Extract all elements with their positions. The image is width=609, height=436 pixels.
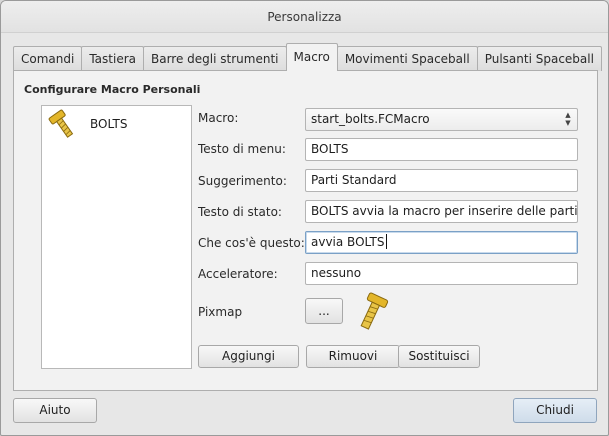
macro-label: Macro: bbox=[198, 111, 239, 125]
tab-tastiera[interactable]: Tastiera bbox=[81, 46, 144, 71]
tab-pulsanti-spaceball[interactable]: Pulsanti Spaceball bbox=[476, 46, 602, 71]
customize-dialog: Personalizza Comandi Tastiera Barre degl… bbox=[0, 0, 609, 436]
accelerator-field[interactable]: nessuno bbox=[305, 262, 578, 285]
replace-button[interactable]: Sostituisci bbox=[398, 345, 480, 368]
status-text-label: Testo di stato: bbox=[198, 205, 282, 219]
list-item-label: BOLTS bbox=[90, 117, 128, 131]
menu-text-field[interactable]: BOLTS bbox=[305, 138, 578, 161]
tooltip-field[interactable]: Parti Standard bbox=[305, 169, 578, 192]
pixmap-label: Pixmap bbox=[198, 305, 243, 319]
remove-button[interactable]: Rimuovi bbox=[306, 345, 400, 368]
menu-text-label: Testo di menu: bbox=[198, 142, 286, 156]
text-caret bbox=[385, 234, 387, 249]
tab-comandi[interactable]: Comandi bbox=[13, 46, 83, 71]
tab-macro[interactable]: Macro bbox=[285, 43, 338, 71]
whats-this-field[interactable]: avvia BOLTS bbox=[305, 231, 578, 254]
tab-movimenti-spaceball[interactable]: Movimenti Spaceball bbox=[336, 46, 478, 71]
help-button[interactable]: Aiuto bbox=[13, 398, 97, 423]
add-button[interactable]: Aggiungi bbox=[198, 345, 299, 368]
macro-panel: Configurare Macro Personali BOLTS Macro: bbox=[13, 70, 598, 391]
bolt-icon bbox=[48, 109, 74, 138]
bolt-icon bbox=[360, 292, 389, 330]
whats-this-value: avvia BOLTS bbox=[311, 235, 385, 249]
list-item[interactable]: BOLTS bbox=[48, 108, 178, 140]
macro-select[interactable]: start_bolts.FCMacro ▲ ▼ bbox=[305, 108, 578, 131]
updown-arrows-icon: ▲ ▼ bbox=[565, 111, 571, 127]
whats-this-label: Che cos'è questo: bbox=[198, 236, 305, 250]
status-text-field[interactable]: BOLTS avvia la macro per inserire delle … bbox=[305, 200, 578, 223]
window-title: Personalizza bbox=[1, 1, 608, 33]
macro-list[interactable]: BOLTS bbox=[41, 105, 192, 369]
accelerator-label: Acceleratore: bbox=[198, 267, 278, 281]
tooltip-label: Suggerimento: bbox=[198, 174, 287, 188]
tab-bar: Comandi Tastiera Barre degli strumenti M… bbox=[13, 43, 602, 71]
tab-barre-strumenti[interactable]: Barre degli strumenti bbox=[143, 46, 287, 71]
close-button[interactable]: Chiudi bbox=[513, 398, 597, 423]
group-title: Configurare Macro Personali bbox=[24, 83, 201, 96]
pixmap-browse-button[interactable]: ... bbox=[305, 298, 343, 324]
macro-select-value: start_bolts.FCMacro bbox=[311, 112, 430, 126]
